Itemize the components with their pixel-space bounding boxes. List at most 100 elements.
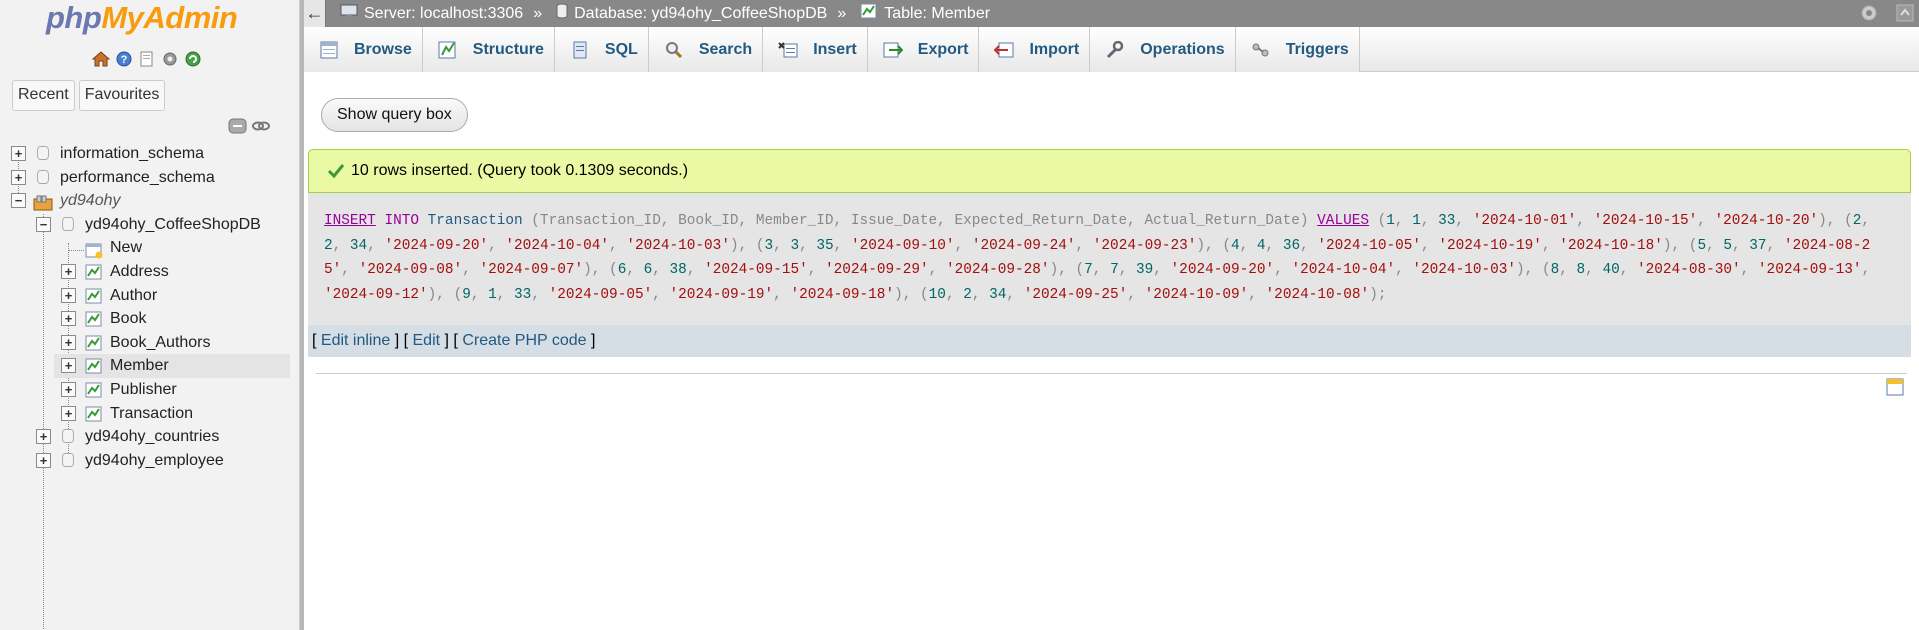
tree-item-table-member[interactable]: + Member	[54, 354, 290, 379]
expand-icon[interactable]: +	[61, 358, 76, 374]
sql-value: 3	[790, 237, 800, 254]
collapse-all-icon[interactable]	[228, 118, 248, 139]
sql-value: '2024-10-20'	[1714, 213, 1819, 229]
tab-browse[interactable]: Browse	[304, 27, 423, 72]
sql-value: 4	[1256, 237, 1266, 254]
expand-icon[interactable]: +	[61, 287, 76, 303]
expand-icon[interactable]: +	[61, 382, 76, 397]
console-icon[interactable]	[1886, 378, 1904, 401]
nav-resize-handle[interactable]	[300, 0, 304, 630]
tree-item-new-table[interactable]: New	[0, 236, 300, 260]
tab-sql[interactable]: SQL	[554, 27, 649, 72]
expand-icon[interactable]: +	[61, 311, 76, 327]
collapse-icon[interactable]: −	[11, 193, 26, 209]
table-icon	[85, 264, 103, 280]
sql-value: '2024-10-03'	[626, 237, 730, 254]
tree-item-employee[interactable]: + yd94ohy_employee	[0, 449, 300, 473]
show-query-box-button[interactable]: Show query box	[321, 98, 468, 132]
tree-item-table-book[interactable]: + Book	[0, 307, 300, 331]
tab-operations[interactable]: Operations	[1090, 27, 1236, 72]
tree-item-table-transaction[interactable]: + Transaction	[0, 402, 300, 426]
recent-tab[interactable]: Recent	[12, 80, 75, 111]
sql-value-tuple: (10, 2, 34, '2024-09-25', '2024-10-09', …	[920, 286, 1387, 303]
expand-top-icon[interactable]	[1895, 3, 1915, 28]
sql-value: 1	[1386, 213, 1395, 229]
sql-columns: (Transaction_ID, Book_ID, Member_ID, Iss…	[531, 213, 1309, 229]
tree-item-table-author[interactable]: + Author	[0, 284, 300, 308]
sql-value: 40	[1602, 262, 1620, 278]
expand-icon[interactable]: +	[61, 334, 76, 350]
sql-keyword[interactable]: INSERT	[324, 213, 376, 229]
sql-value: '2024-09-25'	[1023, 286, 1128, 303]
collapse-icon[interactable]: −	[36, 216, 51, 232]
tree-item-performance-schema[interactable]: + performance_schema	[0, 166, 300, 190]
create-php-code-link[interactable]: Create PHP code	[462, 332, 586, 350]
expand-icon[interactable]: +	[36, 452, 51, 468]
sql-value: 1	[1412, 213, 1421, 229]
sql-value: 4	[1230, 237, 1240, 254]
breadcrumb-table[interactable]: Table: Member	[860, 3, 990, 24]
home-icon[interactable]	[91, 49, 111, 69]
database-icon	[62, 216, 74, 231]
breadcrumb: ← Server: localhost:3306 » Database: yd9…	[304, 0, 1919, 27]
settings-icon[interactable]	[160, 49, 180, 69]
tab-import[interactable]: Import	[979, 27, 1091, 72]
server-icon	[340, 3, 358, 24]
tree-item-table-book-authors[interactable]: + Book_Authors	[0, 331, 300, 355]
sql-value: '2024-09-28'	[945, 262, 1050, 278]
sql-value: '2024-09-15'	[704, 262, 808, 278]
tree-item-yd94ohy-group[interactable]: − yd94ohy	[0, 189, 300, 213]
sql-value: 33	[514, 286, 532, 303]
tab-search[interactable]: Search	[648, 27, 764, 72]
edit-inline-link[interactable]: Edit inline	[321, 332, 390, 350]
table-icon	[85, 288, 103, 304]
link-with-main-icon[interactable]	[252, 118, 270, 139]
tab-triggers[interactable]: Triggers	[1235, 27, 1360, 72]
breadcrumb-server[interactable]: Server: localhost:3306	[340, 3, 523, 24]
structure-icon	[437, 40, 459, 60]
sql-value: 8	[1576, 262, 1586, 278]
expand-icon[interactable]: +	[11, 146, 26, 161]
sql-value: 38	[669, 262, 687, 278]
edit-link[interactable]: Edit	[413, 332, 441, 350]
tree-item-countries[interactable]: + yd94ohy_countries	[0, 425, 300, 449]
expand-icon[interactable]: +	[61, 264, 76, 279]
sql-value: '2024-10-08'	[1265, 286, 1370, 303]
help-icon[interactable]: ?	[114, 49, 134, 69]
tree-item-table-address[interactable]: + Address	[0, 260, 300, 284]
sql-value: '2024-09-08'	[358, 262, 463, 278]
favourites-tab[interactable]: Favourites	[78, 80, 166, 111]
tree-item-information-schema[interactable]: + information_schema	[0, 142, 300, 166]
expand-icon[interactable]: +	[11, 169, 26, 185]
sql-value: '2024-10-01'	[1472, 213, 1577, 229]
phpmyadmin-logo[interactable]: phpMyAdmin	[46, 0, 238, 36]
breadcrumb-database[interactable]: Database: yd94ohy_CoffeeShopDB	[556, 3, 827, 24]
tree-connector	[68, 250, 84, 252]
export-icon	[882, 40, 904, 60]
expand-icon[interactable]: +	[36, 429, 51, 445]
sql-value: '2024-09-10'	[850, 237, 955, 254]
sql-value: '2024-09-24'	[971, 237, 1076, 254]
query-action-links: [ Edit inline ] [ Edit ] [ Create PHP co…	[308, 325, 1911, 357]
tab-structure[interactable]: Structure	[422, 27, 555, 72]
expand-icon[interactable]: +	[61, 405, 76, 421]
table-icon	[860, 3, 878, 24]
reload-icon[interactable]	[183, 49, 203, 69]
collapse-nav-arrow-icon[interactable]: ←	[304, 0, 326, 27]
sql-icon	[569, 40, 591, 60]
sql-value: '2024-09-20'	[384, 237, 489, 254]
docs-icon[interactable]	[137, 49, 157, 69]
sql-value: 35	[816, 237, 834, 254]
table-icon	[85, 358, 103, 374]
tree-item-coffeeshopdb[interactable]: − yd94ohy_CoffeeShopDB	[0, 213, 300, 237]
sql-value: '2024-10-15'	[1593, 213, 1698, 229]
tab-export[interactable]: Export	[867, 27, 980, 72]
sql-keyword[interactable]: VALUES	[1317, 213, 1369, 229]
sql-value: '2024-10-09'	[1144, 286, 1249, 303]
settings-gear-icon[interactable]	[1859, 3, 1879, 28]
tab-insert[interactable]: Insert	[763, 27, 868, 72]
sql-value: 7	[1084, 262, 1093, 278]
sql-value: 2	[324, 237, 333, 254]
checkmark-icon	[327, 163, 345, 179]
tree-item-table-publisher[interactable]: + Publisher	[0, 378, 300, 402]
